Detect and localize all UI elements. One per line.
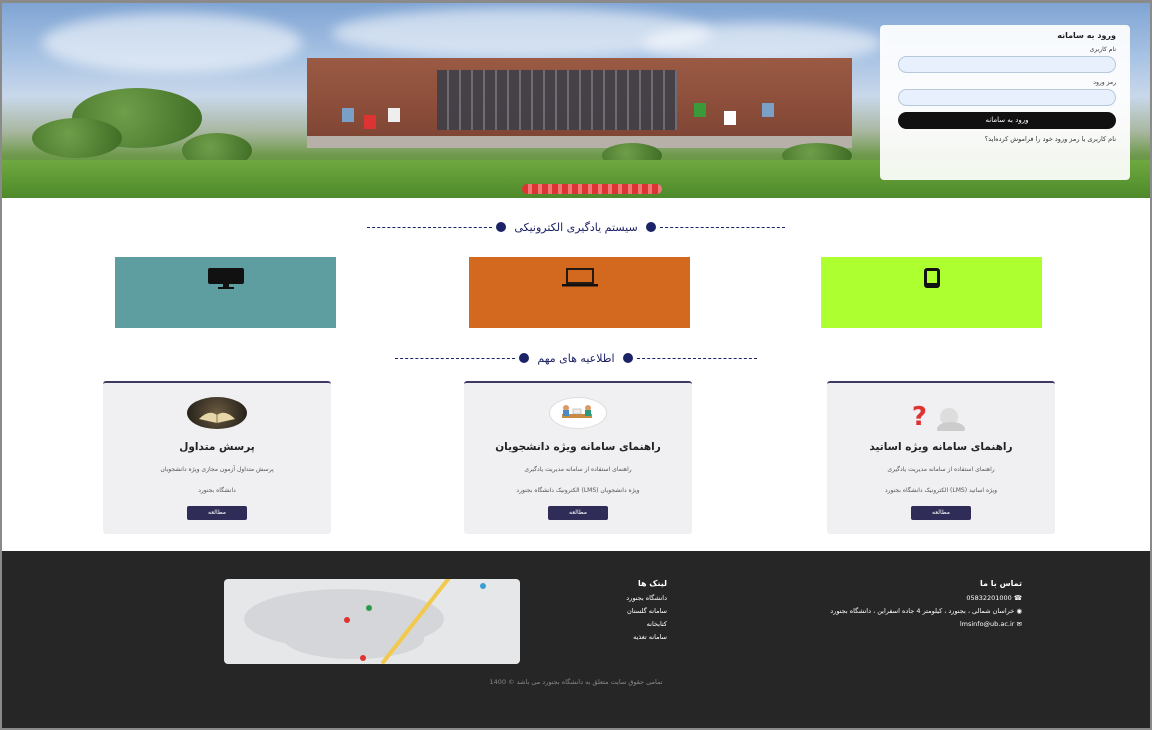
section-title-elearning: سیستم یادگیری الکترونیکی [2,220,1150,234]
username-input[interactable] [898,56,1116,73]
page-frame: ورود به سامانه نام کاربری رمز ورود ورود … [0,0,1152,730]
login-panel: ورود به سامانه نام کاربری رمز ورود ورود … [880,25,1130,180]
book-icon [187,397,247,429]
card-professors-guide: ? راهنمای سامانه ویژه اساتید راهنمای است… [827,381,1055,534]
read-more-button[interactable]: مطالعه [548,506,608,520]
card-desc2: ویژه دانشجویان (LMS) الکترونیک دانشگاه ب… [516,487,640,494]
location-icon: ◉ [1016,607,1022,615]
link-nutrition[interactable]: سامانه تغذیه [562,633,667,641]
device-box-monitor [115,257,336,328]
monitor-icon [207,268,244,289]
card-title: پرسش متداول [179,441,255,453]
device-box-laptop [469,257,690,328]
location-map[interactable] [224,579,520,664]
footer: لینک ها دانشگاه بجنورد سامانه گلستان کتا… [2,551,1150,728]
password-input[interactable] [898,89,1116,106]
link-university[interactable]: دانشگاه بجنورد [562,594,667,602]
card-desc2: ویژه اساتید (LMS) الکترونیک دانشگاه بجنو… [884,487,998,494]
question-person-icon: ? [911,397,971,436]
username-label: نام کاربری [1089,46,1116,53]
card-title: راهنمای سامانه ویژه دانشجویان [495,441,661,453]
meeting-icon [549,397,607,429]
device-box-tablet [821,257,1042,328]
contact-address: خراسان شمالی ، بجنورد ، کیلومتر 4 جاده ا… [830,607,1015,615]
hero-banner: ورود به سامانه نام کاربری رمز ورود ورود … [2,3,1150,198]
svg-text:?: ? [912,402,927,431]
section-title-announcements: اطلاعیه های مهم [2,351,1150,365]
login-title: ورود به سامانه [1057,31,1116,40]
read-more-button[interactable]: مطالعه [187,506,247,520]
card-students-guide: راهنمای سامانه ویژه دانشجویان راهنمای اس… [464,381,692,534]
forgot-password-link[interactable]: نام کاربری یا رمز ورود خود را فراموش کرد… [894,135,1116,143]
laptop-icon [561,268,598,287]
footer-links: لینک ها دانشگاه بجنورد سامانه گلستان کتا… [562,579,667,646]
card-desc2: دانشگاه بجنورد [198,487,236,494]
password-label: رمز ورود [1093,79,1116,86]
contact-email[interactable]: lmsinfo@ub.ac.ir [960,620,1015,628]
card-desc: راهنمای استفاده از سامانه مدیریت یادگیری [524,466,632,473]
link-golestan[interactable]: سامانه گلستان [562,607,667,615]
read-more-button[interactable]: مطالعه [911,506,971,520]
phone-icon: ☎ [1013,594,1022,602]
card-title: راهنمای سامانه ویژه اساتید [869,441,1013,453]
tablet-icon [923,268,940,288]
email-icon: ✉ [1016,620,1022,628]
contact-phone: 05832201000 [966,594,1012,602]
card-desc: پرسش متداول آزمون مجازی ویژه دانشجویان [160,466,274,473]
login-button[interactable]: ورود به سامانه [898,112,1116,129]
link-library[interactable]: کتابخانه [562,620,667,628]
copyright-text: تمامی حقوق سایت متعلق به دانشگاه بجنورد … [489,678,663,686]
contact-title: تماس با ما [980,579,1022,588]
links-title: لینک ها [637,579,667,588]
footer-contact: تماس با ما ☎ 05832201000 ◉ خراسان شمالی … [722,579,1022,633]
card-faq: پرسش متداول پرسش متداول آزمون مجازی ویژه… [103,381,331,534]
card-desc: راهنمای استفاده از سامانه مدیریت یادگیری [887,466,995,473]
